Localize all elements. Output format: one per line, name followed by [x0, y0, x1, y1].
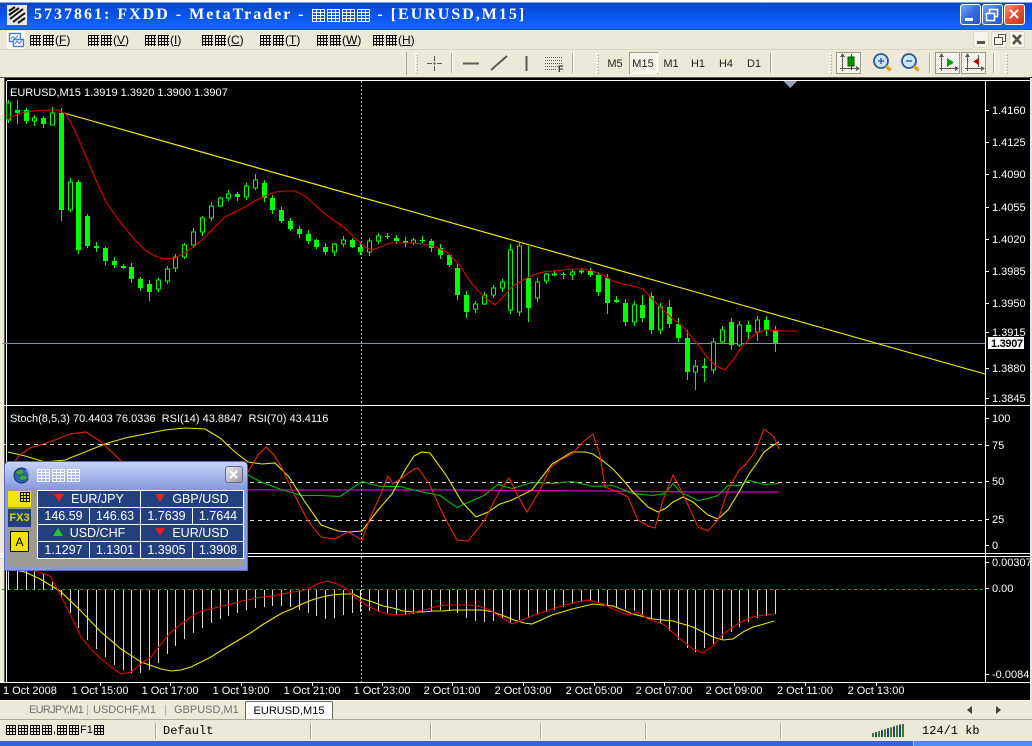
svg-text:0.00307: 0.00307	[992, 557, 1032, 569]
svg-text:1.4020: 1.4020	[992, 234, 1026, 246]
svg-text:2 Oct 01:00: 2 Oct 01:00	[424, 685, 481, 697]
svg-text:1 Oct 23:00: 1 Oct 23:00	[354, 685, 411, 697]
svg-text:1 Oct 21:00: 1 Oct 21:00	[284, 685, 341, 697]
svg-text:2 Oct 05:00: 2 Oct 05:00	[566, 685, 623, 697]
svg-text:F: F	[558, 64, 564, 74]
svg-text:D1: D1	[747, 58, 761, 70]
svg-text:2 Oct 03:00: 2 Oct 03:00	[495, 685, 552, 697]
svg-text:M1: M1	[663, 58, 678, 70]
svg-text:1.4090: 1.4090	[992, 169, 1026, 181]
svg-text:2 Oct 09:00: 2 Oct 09:00	[706, 685, 763, 697]
svg-text:1.4055: 1.4055	[992, 202, 1026, 214]
svg-text:1.4160: 1.4160	[992, 105, 1026, 117]
svg-text:1 Oct 17:00: 1 Oct 17:00	[142, 685, 199, 697]
svg-text:50: 50	[992, 476, 1004, 488]
svg-text:75: 75	[992, 440, 1004, 452]
svg-text:M5: M5	[607, 58, 622, 70]
svg-text:1.4125: 1.4125	[992, 137, 1026, 149]
svg-text:1.3907: 1.3907	[991, 338, 1023, 350]
svg-text:Stoch(8,5,3) 70.4403 76.0336: Stoch(8,5,3) 70.4403 76.0336 RSI(14) 43.…	[10, 413, 328, 425]
svg-text:H1: H1	[691, 58, 705, 70]
svg-text:1.3950: 1.3950	[992, 298, 1026, 310]
svg-text:100: 100	[992, 413, 1010, 425]
svg-text:M15: M15	[632, 58, 653, 70]
svg-text:1.3845: 1.3845	[992, 393, 1026, 405]
svg-text:2 Oct 11:00: 2 Oct 11:00	[777, 685, 833, 697]
svg-text:2 Oct 13:00: 2 Oct 13:00	[848, 685, 905, 697]
svg-text:1 Oct 15:00: 1 Oct 15:00	[72, 685, 129, 697]
svg-text:1.3880: 1.3880	[992, 363, 1026, 375]
svg-text:0.00: 0.00	[992, 583, 1013, 595]
svg-text:1 Oct 2008: 1 Oct 2008	[3, 685, 57, 697]
svg-text:H4: H4	[719, 58, 733, 70]
svg-text:25: 25	[992, 514, 1004, 526]
svg-text:EURUSD,M15 1.3919 1.3920 1.39: EURUSD,M15 1.3919 1.3920 1.3900 1.3907	[10, 87, 228, 99]
svg-text:1 Oct 19:00: 1 Oct 19:00	[213, 685, 270, 697]
svg-text:2 Oct 07:00: 2 Oct 07:00	[636, 685, 693, 697]
svg-text:0: 0	[992, 540, 998, 552]
svg-text:1.3985: 1.3985	[992, 266, 1026, 278]
svg-text:-0.0084: -0.0084	[992, 669, 1029, 681]
